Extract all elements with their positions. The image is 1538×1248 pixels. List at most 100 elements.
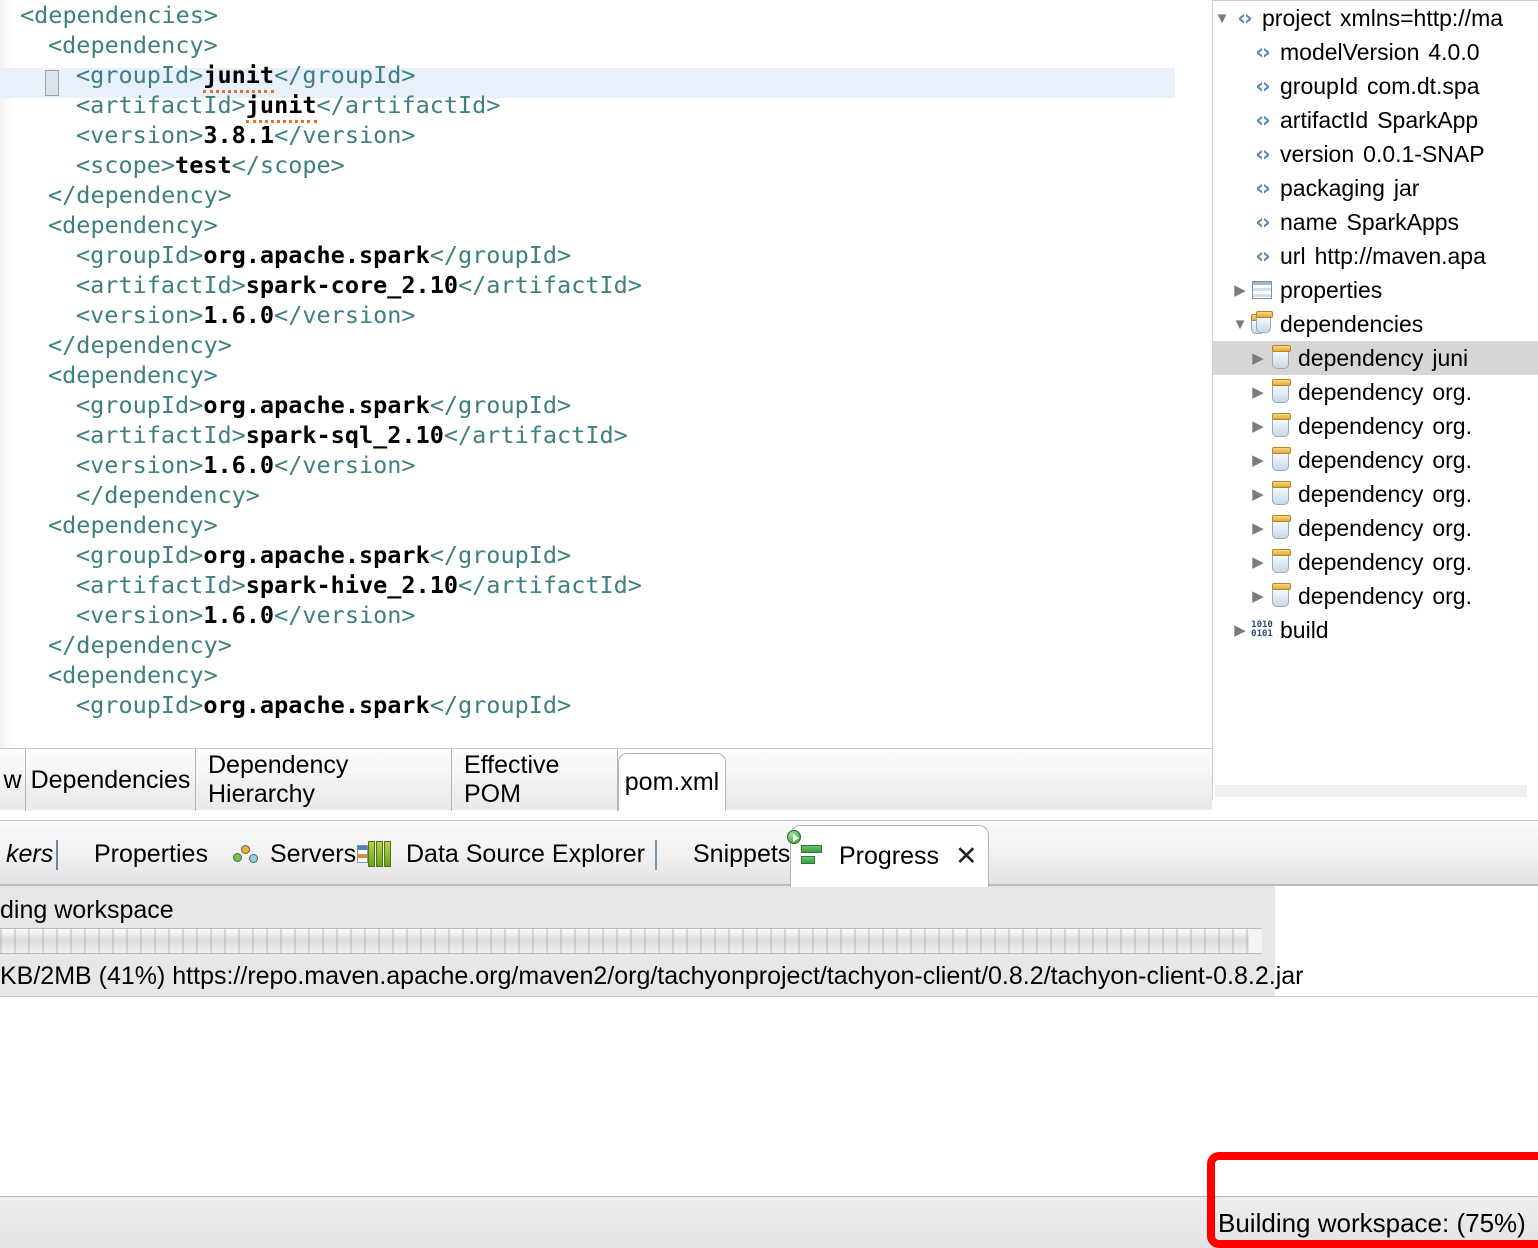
outline-tree-row[interactable]: ▶ properties (1213, 273, 1538, 307)
progress-task-item[interactable]: ding workspace KB/2MB (41%) https://repo… (0, 886, 1303, 996)
element-icon: ‹› (1255, 142, 1270, 166)
editor-tab-label: pom.xml (624, 768, 720, 796)
chevron-down-icon[interactable]: ▼ (1213, 10, 1231, 27)
outline-tree-row[interactable]: ▼ ‹› project xmlns=http://ma (1213, 1, 1538, 35)
code-token: <groupId> (76, 391, 204, 419)
outline-tree-row[interactable]: ‹› modelVersion 4.0.0 (1213, 35, 1538, 69)
outline-tree-row[interactable]: ▶ dependency org. (1213, 545, 1538, 579)
chevron-right-icon[interactable]: ▶ (1249, 519, 1267, 537)
outline-row-value: org. (1432, 582, 1472, 609)
view-tab-progress[interactable]: Progress ✕ (787, 825, 989, 887)
view-tab-servers[interactable]: Servers (222, 821, 366, 887)
outline-row-value: 4.0.0 (1428, 38, 1480, 65)
view-tab-label: Data Source Explorer (406, 839, 646, 868)
close-icon[interactable]: ✕ (955, 843, 978, 870)
editor-tab-pom-xml[interactable]: pom.xml (618, 753, 726, 811)
editor-code-content[interactable]: <dependencies> <dependency> <groupId>junit… (14, 0, 1192, 720)
code-token: <groupId> (76, 241, 204, 269)
pom-outline-panel[interactable]: ▼ ‹› project xmlns=http://ma ‹› modelVersion 4… (1212, 0, 1538, 800)
element-icon: ‹› (1255, 108, 1270, 132)
outline-tree-row[interactable]: ▶ dependency org. (1213, 477, 1538, 511)
outline-tree-row[interactable]: ‹› packaging jar (1213, 171, 1538, 205)
chevron-right-icon[interactable]: ▶ (1249, 553, 1267, 571)
code-token: <dependency> (48, 31, 218, 59)
code-line: <scope>test</scope> (14, 150, 1192, 180)
outline-horizontal-scrollbar[interactable] (1213, 782, 1538, 800)
outline-row-value: xmlns=http://ma (1340, 4, 1504, 31)
outline-row-value: org. (1432, 480, 1472, 507)
outline-row-label: version (1280, 140, 1355, 167)
chevron-right-icon[interactable]: ▶ (1249, 349, 1267, 367)
view-tab-label: Properties (94, 839, 208, 868)
editor-tab-dependencies[interactable]: Dependencies (26, 749, 196, 811)
pom-outline-tree[interactable]: ▼ ‹› project xmlns=http://ma ‹› modelVersion 4… (1213, 1, 1538, 783)
code-token: <artifactId> (76, 421, 246, 449)
outline-tree-row[interactable]: ▶ dependency org. (1213, 375, 1538, 409)
outline-tree-row[interactable]: ▶ dependency org. (1213, 511, 1538, 545)
outline-tree-row[interactable]: ▼ dependencies (1213, 307, 1538, 341)
outline-tree-row[interactable]: ▶ dependency org. (1213, 443, 1538, 477)
view-tab-label: Progress (839, 842, 940, 870)
code-token: <version> (76, 121, 204, 149)
view-tab-snippets[interactable]: Snippets (645, 821, 800, 887)
chevron-right-icon[interactable]: ▶ (1249, 417, 1267, 435)
chevron-right-icon[interactable]: ▶ (1249, 485, 1267, 503)
code-line: <version>1.6.0</version> (14, 300, 1192, 330)
chevron-right-icon[interactable]: ▶ (1249, 451, 1267, 469)
outline-tree-row[interactable]: ‹› version 0.0.1-SNAP (1213, 137, 1538, 171)
editor-tab-bar: w Dependencies Dependency Hierarchy Effecti… (0, 748, 1212, 811)
code-token: 1.6.0 (203, 451, 275, 479)
outline-row-label: url (1280, 242, 1306, 269)
code-token: test (175, 151, 232, 179)
chevron-right-icon[interactable]: ▶ (1231, 621, 1249, 639)
jar-icon (1267, 412, 1293, 437)
editor-tab-dependency-hierarchy[interactable]: Dependency Hierarchy (196, 749, 452, 811)
outline-tree-row[interactable]: ‹› name SparkApps (1213, 205, 1538, 239)
code-token: org.apache.spark (203, 391, 430, 419)
chevron-down-icon[interactable]: ▼ (1231, 316, 1249, 333)
progress-separator (0, 996, 1538, 997)
code-token: <dependency> (48, 511, 218, 539)
outline-tree-row[interactable]: ‹› url http://maven.apa (1213, 239, 1538, 273)
outline-tree-row[interactable]: ‹› groupId com.dt.spa (1213, 69, 1538, 103)
element-icon: ‹› (1255, 176, 1270, 200)
progress-task-detail: KB/2MB (41%) https://repo.maven.apache.o… (0, 962, 1304, 990)
code-line: <groupId>org.apache.spark</groupId> (14, 390, 1192, 420)
outline-row-value: http://maven.apa (1314, 242, 1486, 269)
code-token: org.apache.spark (203, 691, 430, 719)
outline-row-value: org. (1432, 548, 1472, 575)
code-token: <dependencies> (20, 1, 219, 29)
outline-tree-row[interactable]: ▶ 1010 0101 build (1213, 613, 1538, 647)
code-token: </version> (274, 121, 416, 149)
view-tab-data-source-explorer[interactable]: Data Source Explorer (357, 821, 655, 887)
code-token: <artifactId> (76, 271, 246, 299)
code-token: </groupId> (429, 541, 572, 569)
code-token: spark-core_2.10 (245, 271, 459, 299)
pom-xml-editor[interactable]: <dependencies> <dependency> <groupId>junit… (0, 0, 1192, 748)
view-tab-properties[interactable]: Properties (46, 821, 218, 887)
code-line: <artifactId>spark-sql_2.10</artifactId> (14, 420, 1192, 450)
outline-tree-row[interactable]: ‹› artifactId SparkApp (1213, 103, 1538, 137)
code-token: junit (203, 61, 275, 93)
code-line: </dependency> (14, 180, 1192, 210)
code-token: </groupId> (429, 691, 572, 719)
chevron-right-icon[interactable]: ▶ (1249, 587, 1267, 605)
code-line: <dependencies> (14, 0, 1192, 30)
code-line: <dependency> (14, 210, 1192, 240)
chevron-right-icon[interactable]: ▶ (1231, 281, 1249, 299)
outline-row-value: 0.0.1-SNAP (1363, 140, 1485, 167)
editor-vertical-scrollbar[interactable] (1175, 0, 1192, 748)
code-token: 1.6.0 (203, 601, 275, 629)
chevron-right-icon[interactable]: ▶ (1249, 383, 1267, 401)
editor-tab-label: Dependency Hierarchy (208, 751, 349, 808)
progress-bar (0, 928, 1262, 954)
outline-row-label: project (1262, 4, 1332, 31)
outline-tree-row[interactable]: ▶ dependency org. (1213, 579, 1538, 613)
outline-tree-row[interactable]: ▶ dependency org. (1213, 409, 1538, 443)
editor-tab-w[interactable]: w (0, 749, 26, 811)
view-tab-label: Snippets (693, 839, 791, 868)
outline-horizontal-scrollbar-thumb[interactable] (1215, 785, 1527, 797)
outline-tree-row[interactable]: ▶ dependency juni (1213, 341, 1538, 375)
code-token: <dependency> (48, 661, 218, 689)
editor-tab-effective-pom[interactable]: Effective POM (452, 749, 618, 811)
